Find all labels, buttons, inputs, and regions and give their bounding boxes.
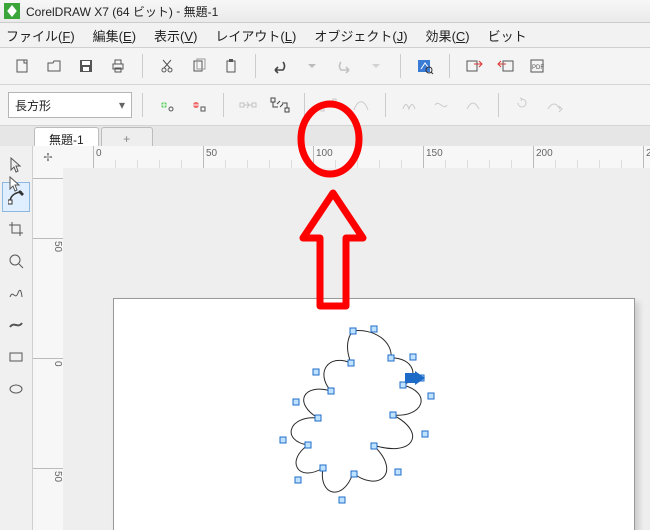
canvas-area: ✢ 050100150200250300 50050 — [33, 146, 650, 530]
ruler-origin-icon[interactable]: ✢ — [33, 146, 64, 169]
symmetric-node-button[interactable] — [460, 91, 488, 119]
ruler-tick: 150 — [423, 146, 443, 170]
menu-object[interactable]: オブジェクト(J) — [314, 26, 407, 45]
titlebar-app: CorelDRAW X7 (64 ビット) — [26, 3, 173, 20]
titlebar: CorelDRAW X7 (64 ビット) - 無題-1 — [0, 0, 650, 23]
ruler-tick: 50 — [33, 468, 63, 482]
extend-curve-button[interactable] — [541, 91, 569, 119]
toolbar-separator — [449, 54, 450, 78]
artistic-media-tool-icon[interactable] — [2, 310, 30, 340]
toolbox — [0, 146, 33, 530]
cusp-node-button[interactable] — [396, 91, 424, 119]
break-node-button[interactable] — [266, 91, 294, 119]
menu-bitmap[interactable]: ビット — [488, 26, 527, 45]
delete-node-button[interactable] — [185, 91, 213, 119]
to-curve-button[interactable] — [347, 91, 375, 119]
toolbar-separator — [142, 54, 143, 78]
open-button[interactable] — [40, 52, 68, 80]
ruler-tick — [33, 178, 63, 181]
paste-button[interactable] — [217, 52, 245, 80]
menu-view[interactable]: 表示(V) — [154, 26, 197, 45]
shape-type-combo[interactable]: 長方形 ▾ — [8, 92, 132, 118]
ruler-tick: 0 — [33, 358, 63, 367]
redo-dropdown[interactable] — [362, 52, 390, 80]
menu-effect[interactable]: 効果(C) — [426, 26, 470, 45]
search-content-button[interactable] — [411, 52, 439, 80]
ruler-tick: 250 — [643, 146, 650, 170]
vertical-ruler[interactable]: 50 0 50 — [33, 168, 64, 530]
print-button[interactable] — [104, 52, 132, 80]
undo-dropdown[interactable] — [298, 52, 326, 80]
freehand-tool-icon[interactable] — [2, 278, 30, 308]
ruler-tick: 200 — [533, 146, 553, 170]
copy-button[interactable] — [185, 52, 213, 80]
add-node-button[interactable] — [153, 91, 181, 119]
ellipse-tool-icon[interactable] — [2, 374, 30, 404]
menu-edit[interactable]: 編集(E) — [93, 26, 136, 45]
smooth-node-button[interactable] — [428, 91, 456, 119]
ruler-tick: 0 — [93, 146, 102, 170]
cut-button[interactable] — [153, 52, 181, 80]
toolbar-separator — [255, 54, 256, 78]
toolbar-separator — [385, 93, 386, 117]
toolbar-separator — [223, 93, 224, 117]
undo-button[interactable] — [266, 52, 294, 80]
crop-tool-icon[interactable] — [2, 214, 30, 244]
svg-text:PDF: PDF — [532, 65, 544, 71]
property-bar: 長方形 ▾ — [0, 85, 650, 126]
toolbar-separator — [498, 93, 499, 117]
titlebar-doc: 無題-1 — [184, 3, 219, 20]
menu-file[interactable]: ファイル(F) — [6, 26, 75, 45]
export-button[interactable] — [492, 52, 520, 80]
ruler-tick: 100 — [313, 146, 333, 170]
rectangle-tool-icon[interactable] — [2, 342, 30, 372]
ruler-tick: 50 — [203, 146, 217, 170]
to-line-button[interactable] — [315, 91, 343, 119]
toolbar-separator — [304, 93, 305, 117]
zoom-tool-icon[interactable] — [2, 246, 30, 276]
new-button[interactable] — [8, 52, 36, 80]
import-button[interactable] — [460, 52, 488, 80]
app-window: CorelDRAW X7 (64 ビット) - 無題-1 ファイル(F) 編集(… — [0, 0, 650, 530]
join-nodes-button[interactable] — [234, 91, 262, 119]
combo-value: 長方形 — [15, 97, 51, 114]
selected-curve-object[interactable] — [263, 323, 453, 523]
ruler-tick: 50 — [33, 238, 63, 252]
save-button[interactable] — [72, 52, 100, 80]
redo-button[interactable] — [330, 52, 358, 80]
workspace: ✢ 050100150200250300 50050 — [0, 146, 650, 530]
titlebar-sep: - — [173, 4, 184, 18]
publish-pdf-button[interactable]: PDF — [524, 52, 552, 80]
menu-layout[interactable]: レイアウト(L) — [215, 26, 296, 45]
toolbar-separator — [142, 93, 143, 117]
menubar: ファイル(F) 編集(E) 表示(V) レイアウト(L) オブジェクト(J) 効… — [0, 23, 650, 48]
reverse-direction-button[interactable] — [509, 91, 537, 119]
pick-cursor-icon — [8, 176, 22, 192]
horizontal-ruler[interactable]: 050100150200250300 — [63, 146, 650, 169]
chevron-down-icon: ▾ — [119, 98, 125, 112]
toolbar-separator — [400, 54, 401, 78]
standard-toolbar: PDF — [0, 48, 650, 85]
app-logo-icon — [4, 3, 20, 19]
drawing-canvas[interactable] — [63, 168, 650, 530]
